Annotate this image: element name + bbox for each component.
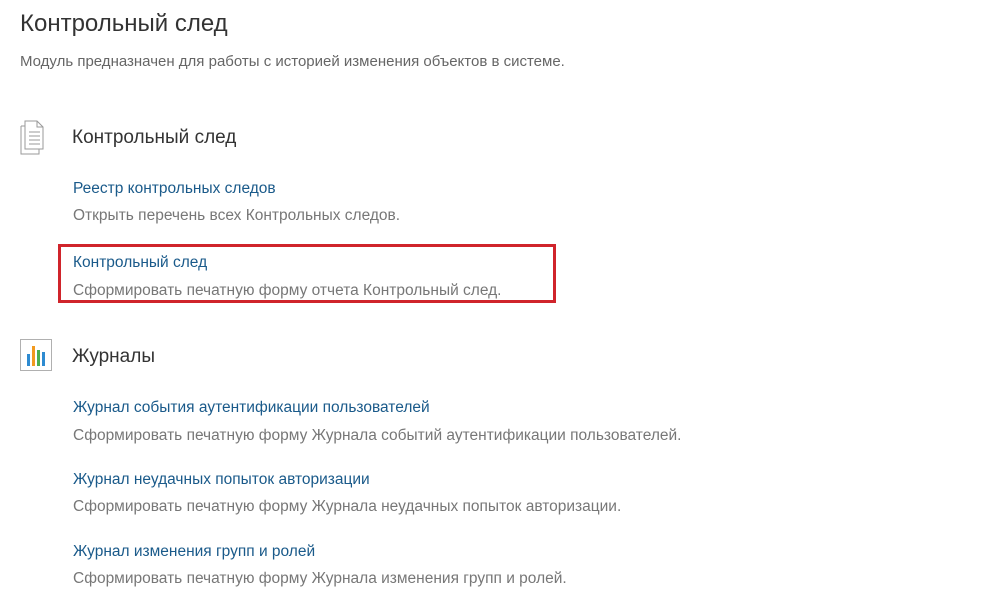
page-description: Модуль предназначен для работы с историе…: [20, 53, 565, 70]
link-audit-trail-report[interactable]: Контрольный след: [73, 254, 207, 272]
link-auth-events-journal[interactable]: Журнал события аутентификации пользовате…: [73, 399, 430, 417]
desc-failed-auth-journal: Сформировать печатную форму Журнала неуд…: [73, 498, 622, 515]
desc-auth-events-journal: Сформировать печатную форму Журнала собы…: [73, 427, 682, 444]
link-failed-auth-journal[interactable]: Журнал неудачных попыток авторизации: [73, 471, 370, 489]
bar-chart-icon: [20, 339, 52, 371]
section-title-journals: Журналы: [72, 346, 155, 367]
document-icon: [20, 118, 50, 156]
section-title-audit-trail: Контрольный след: [72, 127, 237, 148]
link-audit-trail-registry[interactable]: Реестр контрольных следов: [73, 180, 276, 198]
desc-groups-roles-journal: Сформировать печатную форму Журнала изме…: [73, 570, 567, 587]
page-title: Контрольный след: [20, 10, 228, 37]
desc-audit-trail-registry: Открыть перечень всех Контрольных следов…: [73, 207, 401, 224]
link-groups-roles-journal[interactable]: Журнал изменения групп и ролей: [73, 543, 315, 561]
desc-audit-trail-report: Сформировать печатную форму отчета Контр…: [73, 282, 502, 299]
